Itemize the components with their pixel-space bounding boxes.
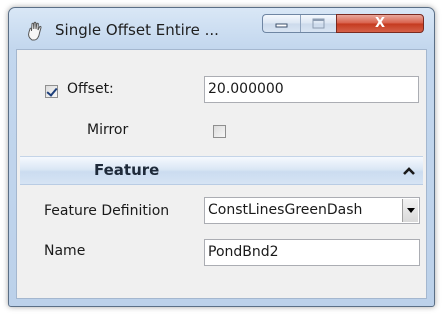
caption-buttons: [262, 14, 336, 33]
dialog-window: Single Offset Entire ... X Offset: 20.00…: [8, 7, 435, 307]
section-title: Feature: [94, 161, 160, 179]
feature-definition-value: ConstLinesGreenDash: [208, 202, 363, 218]
offset-label: Offset:: [67, 81, 114, 97]
name-input[interactable]: PondBnd2: [204, 239, 420, 266]
feature-definition-label: Feature Definition: [44, 203, 170, 219]
maximize-icon: [312, 18, 325, 29]
maximize-button[interactable]: [300, 15, 337, 32]
offset-input[interactable]: 20.000000: [204, 76, 419, 103]
dialog-content: Offset: 20.000000 Mirror Feature Feature…: [16, 49, 427, 299]
title-bar[interactable]: Single Offset Entire ... X: [9, 8, 434, 48]
minimize-icon: [275, 23, 288, 28]
mirror-label: Mirror: [87, 122, 129, 138]
minimize-button[interactable]: [263, 15, 301, 32]
hand-icon: [28, 21, 42, 41]
window-title: Single Offset Entire ...: [55, 21, 219, 39]
close-button[interactable]: X: [336, 14, 424, 33]
feature-section-body: Feature Definition ConstLinesGreenDash N…: [20, 185, 423, 294]
feature-section-header[interactable]: Feature: [20, 156, 423, 185]
close-icon: X: [374, 16, 386, 31]
chevron-up-icon[interactable]: [402, 164, 416, 178]
feature-definition-select[interactable]: ConstLinesGreenDash: [204, 197, 420, 224]
offset-checkbox[interactable]: [45, 85, 58, 98]
mirror-checkbox[interactable]: [213, 125, 226, 138]
chevron-down-icon[interactable]: [402, 199, 418, 222]
name-label: Name: [44, 243, 86, 259]
